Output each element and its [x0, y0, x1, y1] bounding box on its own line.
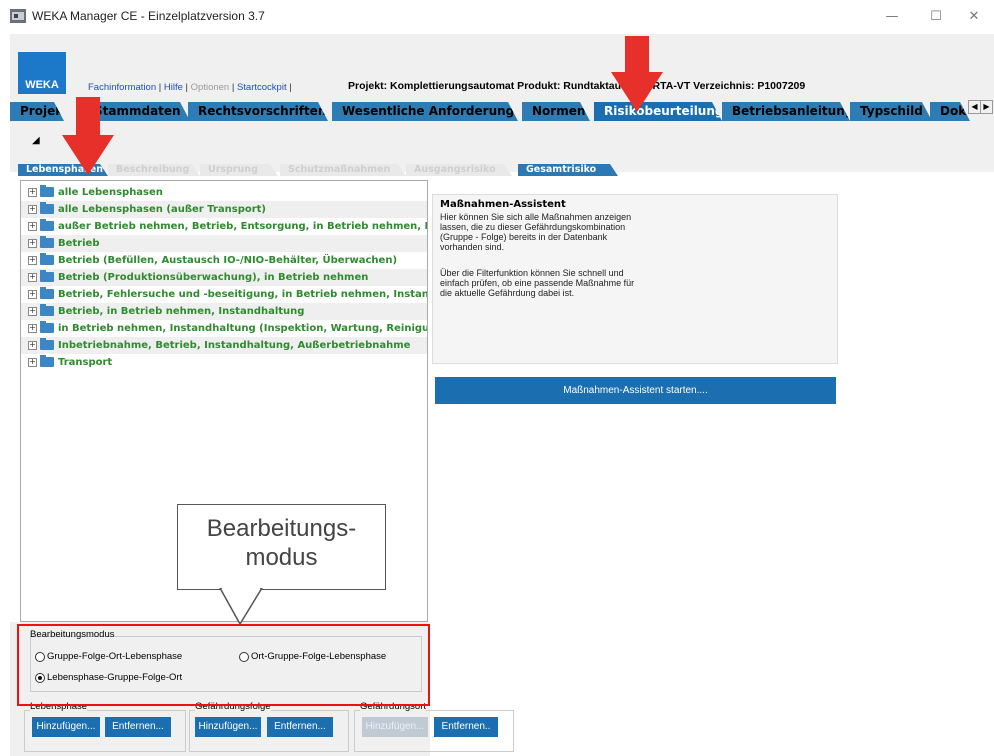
window-title: WEKA Manager CE - Einzelplatzversion 3.7 [32, 9, 265, 23]
gefaehrdungsfolge-add-button[interactable]: Hinzufügen... [195, 717, 261, 737]
tab-normen[interactable]: Normen [522, 102, 590, 121]
expand-icon[interactable]: + [28, 324, 37, 333]
gefaehrdungsfolge-remove-button[interactable]: Entfernen... [267, 717, 333, 737]
tree-item-label: in Betrieb nehmen, Instandhaltung (Inspe… [58, 323, 427, 334]
edit-mode-highlight [17, 624, 430, 706]
folder-icon [40, 253, 54, 265]
header-links: Fachinformation | Hilfe | Optionen | Sta… [88, 82, 292, 93]
link-separator: | [158, 82, 162, 93]
gefaehrdungsort-remove-button[interactable]: Entfernen.. [434, 717, 498, 737]
tree-item-label: Betrieb (Produktionsüberwachung), in Bet… [58, 272, 369, 283]
link-optionen[interactable]: Optionen [191, 82, 230, 93]
close-button[interactable]: ✕ [954, 4, 994, 30]
folder-icon [40, 287, 54, 299]
tree-item-label: alle Lebensphasen (außer Transport) [58, 204, 267, 215]
tree-item-label: Betrieb (Befüllen, Austausch IO-/NIO-Beh… [58, 255, 398, 266]
tree-item[interactable]: + Betrieb, in Betrieb nehmen, Instandhalt… [21, 303, 427, 320]
tab-rechtsvorschriften[interactable]: Rechtsvorschriften [188, 102, 328, 121]
tree-item-label: Betrieb, Fehlersuche und -beseitigung, i… [58, 289, 427, 300]
link-fachinformation[interactable]: Fachinformation [88, 82, 156, 93]
tree-item[interactable]: + alle Lebensphasen (außer Transport) [21, 201, 427, 218]
assistant-description: Hier können Sie sich alle Maßnahmen anze… [440, 212, 632, 252]
expand-icon[interactable]: + [28, 290, 37, 299]
tab-typschild[interactable]: Typschild [850, 102, 932, 121]
expand-icon[interactable]: + [28, 273, 37, 282]
red-arrow-down-icon [62, 97, 114, 175]
link-separator: | [185, 82, 188, 93]
callout-line-2: modus [245, 544, 318, 571]
gefaehrdungsort-add-button[interactable]: Hinzufügen... [362, 717, 428, 737]
tree-item-label: Transport [58, 357, 113, 368]
red-arrow-down-icon [611, 36, 663, 112]
subtab-ursprung[interactable]: Ursprung [200, 164, 278, 176]
folder-icon [40, 321, 54, 333]
expand-icon[interactable]: + [28, 205, 37, 214]
link-startcockpit[interactable]: Startcockpit [237, 82, 287, 93]
lebensphase-add-button[interactable]: Hinzufügen... [32, 717, 100, 737]
start-assistant-button[interactable]: Maßnahmen-Assistent starten.... [435, 377, 836, 404]
tree-item-label: Inbetriebnahme, Betrieb, Instandhaltung,… [58, 340, 411, 351]
folder-icon [40, 236, 54, 248]
folder-icon [40, 338, 54, 350]
expand-icon[interactable]: + [28, 188, 37, 197]
link-separator: | [289, 82, 292, 93]
folder-icon [40, 304, 54, 316]
assistant-filter-hint: Über die Filterfunktion können Sie schne… [440, 268, 635, 298]
subtab-schutzmassnahmen[interactable]: Schutzmaßnahmen [280, 164, 406, 176]
folder-icon [40, 219, 54, 231]
subtab-beschreibung[interactable]: Beschreibung [108, 164, 200, 176]
maximize-button[interactable]: ☐ [916, 4, 956, 30]
callout-pointer [219, 588, 263, 626]
folder-icon [40, 270, 54, 282]
callout-line-1: Bearbeitungs- [206, 515, 357, 542]
tree-item[interactable]: + alle Lebensphasen [21, 184, 427, 201]
tree-item[interactable]: + außer Betrieb nehmen, Betrieb, Entsorgu… [21, 218, 427, 235]
tree-item[interactable]: + Transport [21, 354, 427, 371]
folder-icon [40, 185, 54, 197]
folder-icon [40, 355, 54, 367]
project-info: Projekt: Komplettierungsautomat Produkt:… [348, 80, 806, 92]
toolbar-tool-icon[interactable]: ◢ [32, 135, 40, 146]
tree-item[interactable]: + Inbetriebnahme, Betrieb, Instandhaltung… [21, 337, 427, 354]
tree-item-label: außer Betrieb nehmen, Betrieb, Entsorgun… [58, 221, 427, 232]
subtab-gesamtrisiko[interactable]: Gesamtrisiko [518, 164, 618, 176]
tree-item[interactable]: + Betrieb (Befüllen, Austausch IO-/NIO-Be… [21, 252, 427, 269]
tree-item-label: Betrieb [58, 238, 100, 249]
tree-item[interactable]: + in Betrieb nehmen, Instandhaltung (Insp… [21, 320, 427, 337]
expand-icon[interactable]: + [28, 239, 37, 248]
tree-item[interactable]: + Betrieb [21, 235, 427, 252]
tree-item-label: Betrieb, in Betrieb nehmen, Instandhaltu… [58, 306, 305, 317]
expand-icon[interactable]: + [28, 222, 37, 231]
folder-icon [40, 202, 54, 214]
link-hilfe[interactable]: Hilfe [164, 82, 183, 93]
subtab-ausgangsrisiko[interactable]: Ausgangsrisiko [406, 164, 512, 176]
link-separator: | [231, 82, 235, 93]
tree-item[interactable]: + Betrieb (Produktionsüberwachung), in Be… [21, 269, 427, 286]
tab-betriebsanleitung[interactable]: Betriebsanleitung [722, 102, 850, 121]
tree-item[interactable]: + Betrieb, Fehlersuche und -beseitigung, … [21, 286, 427, 303]
expand-icon[interactable]: + [28, 256, 37, 265]
tree-item-label: alle Lebensphasen [58, 187, 163, 198]
assistant-title: Maßnahmen-Assistent [440, 199, 566, 210]
lebensphase-remove-button[interactable]: Entfernen... [105, 717, 171, 737]
weka-logo-text: WEKA [25, 79, 59, 91]
expand-icon[interactable]: + [28, 307, 37, 316]
tab-scroll-right-button[interactable]: ▶ [980, 100, 993, 114]
expand-icon[interactable]: + [28, 358, 37, 367]
toolbar [10, 122, 994, 155]
minimize-button[interactable]: — [872, 4, 912, 30]
expand-icon[interactable]: + [28, 341, 37, 350]
tab-wesentliche-anforderungen[interactable]: Wesentliche Anforderungen [332, 102, 518, 121]
callout-text: Bearbeitungs- modus [177, 514, 386, 572]
app-icon [10, 9, 26, 23]
